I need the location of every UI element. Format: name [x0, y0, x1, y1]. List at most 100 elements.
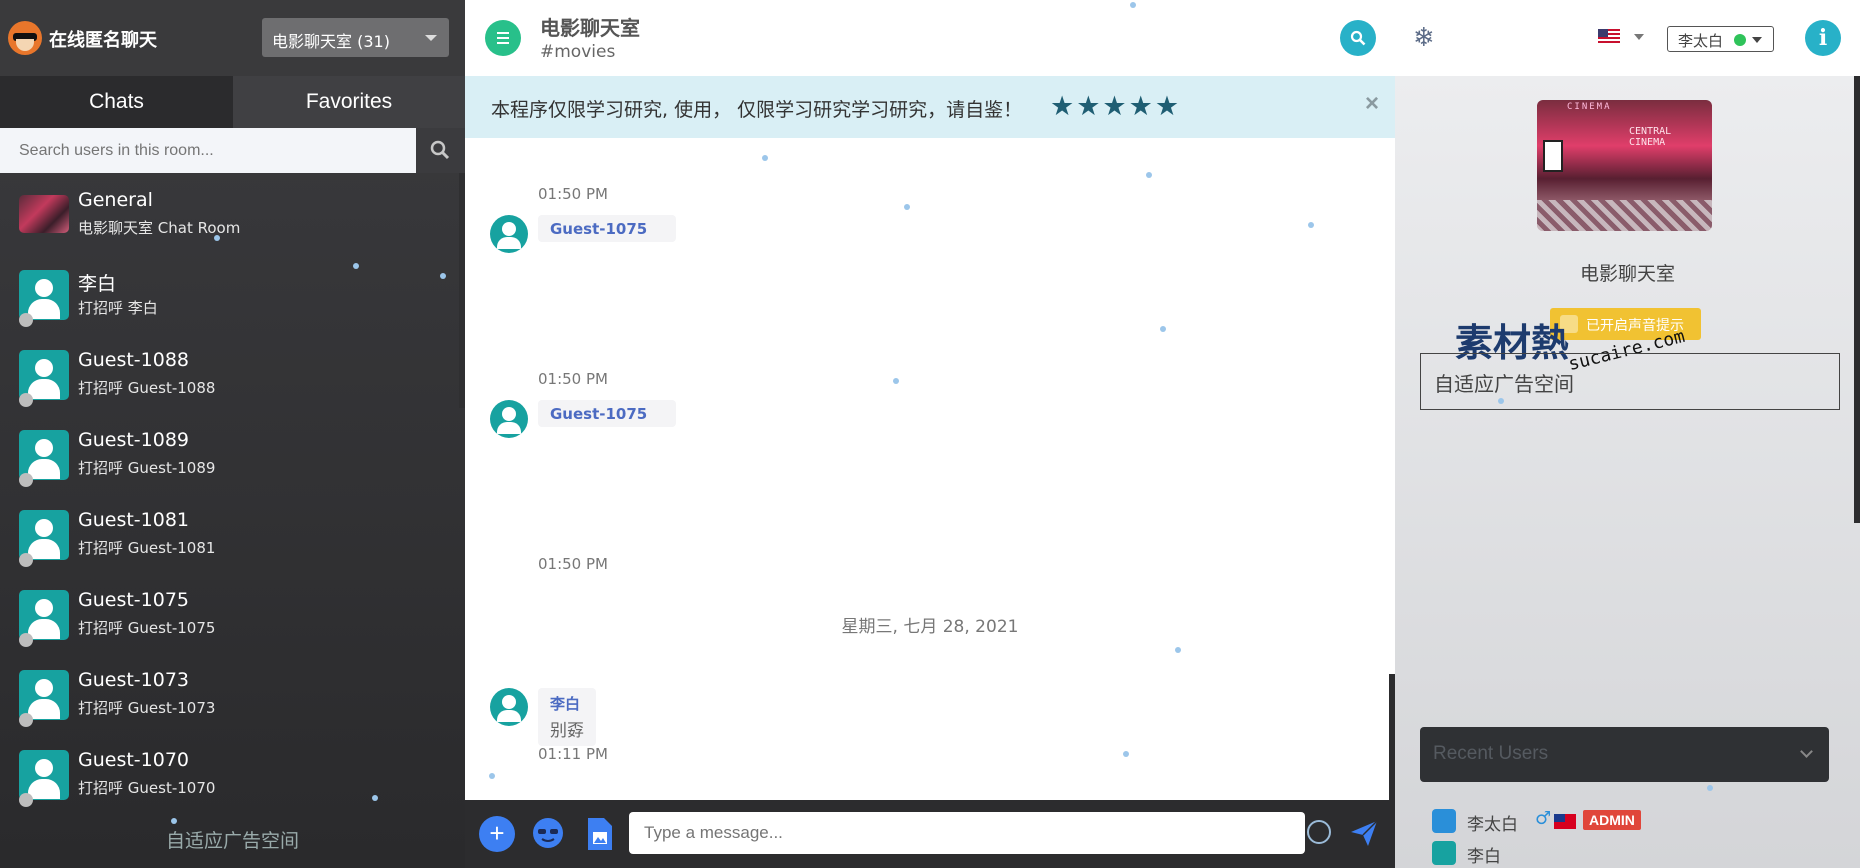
- brand-name: 在线匿名聊天: [49, 30, 157, 51]
- snowflake-dot: [762, 155, 768, 161]
- sidebar-tabs: Chats Favorites: [0, 76, 465, 128]
- status-dot: [19, 473, 33, 487]
- online-status-dot: [1734, 34, 1746, 46]
- room-image-sign: CINEMA: [1567, 102, 1612, 112]
- list-item-sub: 打招呼 Guest-1073: [78, 699, 216, 717]
- admin-badge: ADMIN: [1583, 810, 1641, 830]
- snowflake-dot: [893, 378, 899, 384]
- user-search-input[interactable]: [0, 128, 416, 173]
- recent-user-name: 李太白: [1467, 815, 1518, 835]
- message-time: 01:50 PM: [538, 370, 608, 388]
- room-selector[interactable]: 电影聊天室 (31): [262, 18, 449, 57]
- emoji-glasses-icon[interactable]: [531, 816, 565, 850]
- list-item[interactable]: Guest-1088 打招呼 Guest-1088: [0, 333, 460, 413]
- recent-users-toggle[interactable]: Recent Users: [1420, 727, 1829, 782]
- tab-favorites[interactable]: Favorites: [233, 76, 465, 128]
- us-flag-icon[interactable]: [1598, 29, 1620, 45]
- snowflake-dot: [1130, 2, 1136, 8]
- user-list: General 电影聊天室 Chat Room 李白 打招呼 李白 Guest-…: [0, 173, 460, 833]
- brand-logo-icon: [8, 21, 42, 55]
- status-dot: [19, 633, 33, 647]
- caret-down-icon: [1752, 37, 1762, 43]
- list-item-sub: 打招呼 Guest-1075: [78, 619, 216, 637]
- message-composer: +: [465, 800, 1395, 868]
- list-item-name: Guest-1089: [78, 429, 190, 451]
- info-button[interactable]: i: [1805, 20, 1841, 56]
- user-avatar-icon[interactable]: [490, 688, 528, 726]
- message-time: 01:50 PM: [538, 185, 608, 203]
- message-list: 01:50 PM Guest-1075 01:50 PM Guest-1075 …: [465, 138, 1395, 800]
- chat-area: 本程序仅限学习研究, 使用， 仅限学习研究学习研究，请自鉴！ ★★★★★ × 0…: [465, 0, 1395, 868]
- add-attachment-button[interactable]: +: [479, 816, 515, 852]
- status-dot: [19, 793, 33, 807]
- chevron-down-icon: [1800, 745, 1813, 758]
- message-text: 别孬: [550, 721, 584, 741]
- sidebar-ad-space: 自适应广告空间: [165, 830, 299, 852]
- message-input[interactable]: [629, 812, 1305, 854]
- list-item-name: General: [78, 189, 153, 211]
- user-avatar-icon[interactable]: [490, 400, 528, 438]
- message-username[interactable]: Guest-1075: [550, 220, 664, 238]
- snowflake-dot: [440, 273, 446, 279]
- smiley-icon[interactable]: [1307, 820, 1331, 844]
- panel-scrollbar[interactable]: [1854, 76, 1860, 523]
- snowflake-dot: [1707, 785, 1713, 791]
- room-info-panel: CINEMA CENTRAL CINEMA 电影聊天室 已开启声音提示 素材熱 …: [1395, 76, 1860, 868]
- status-dot: [19, 313, 33, 327]
- snowflake-dot: [1123, 751, 1129, 757]
- snowflake-dot: [214, 235, 220, 241]
- list-item[interactable]: 李白 打招呼 李白: [0, 253, 460, 333]
- list-item-name: Guest-1088: [78, 349, 190, 371]
- panda-avatar-icon: [1432, 809, 1456, 833]
- room-selector-label: 电影聊天室 (31): [272, 32, 390, 51]
- snowflake-dot: [1146, 172, 1152, 178]
- notice-text: 本程序仅限学习研究, 使用， 仅限学习研究学习研究，请自鉴！: [491, 99, 1023, 121]
- status-dot: [19, 553, 33, 567]
- room-image-neon: CENTRAL CINEMA: [1629, 126, 1672, 148]
- send-icon[interactable]: [1349, 818, 1379, 848]
- snowflake-dot: [1308, 222, 1314, 228]
- room-image: CINEMA CENTRAL CINEMA: [1537, 100, 1712, 231]
- list-item[interactable]: Guest-1073 打招呼 Guest-1073: [0, 653, 460, 733]
- list-item[interactable]: Guest-1070 打招呼 Guest-1070: [0, 733, 460, 813]
- room-name: 电影聊天室: [1579, 263, 1675, 285]
- caret-down-icon: [425, 35, 437, 41]
- user-avatar-icon[interactable]: [490, 215, 528, 253]
- snowflake-dot: [353, 263, 359, 269]
- image-file-icon[interactable]: [586, 816, 614, 852]
- snowflake-dot: [904, 204, 910, 210]
- star-rating: ★★★★★: [1050, 91, 1182, 121]
- recent-users-title: Recent Users: [1433, 743, 1549, 764]
- list-item[interactable]: Guest-1081 打招呼 Guest-1081: [0, 493, 460, 573]
- tab-chats[interactable]: Chats: [0, 76, 233, 128]
- user-search-button[interactable]: [416, 128, 465, 173]
- list-item-name: Guest-1075: [78, 589, 190, 611]
- message-username[interactable]: Guest-1075: [550, 405, 664, 423]
- message-time: 01:50 PM: [538, 555, 608, 573]
- user-menu-name: 李太白: [1678, 32, 1724, 50]
- message-bubble: Guest-1075: [538, 400, 676, 427]
- caret-down-icon[interactable]: [1634, 34, 1644, 40]
- list-item[interactable]: Guest-1089 打招呼 Guest-1089: [0, 413, 460, 493]
- taiwan-flag-icon: [1554, 814, 1576, 829]
- date-separator: 星期三, 七月 28, 2021: [841, 617, 1019, 637]
- list-item[interactable]: Guest-1075 打招呼 Guest-1075: [0, 573, 460, 653]
- user-menu-button[interactable]: 李太白: [1667, 26, 1774, 52]
- status-dot: [19, 713, 33, 727]
- snowflake-dot: [1175, 647, 1181, 653]
- snowflake-dot: [489, 773, 495, 779]
- snowflake-icon[interactable]: ❄: [1413, 22, 1435, 53]
- message-username[interactable]: 李白: [550, 693, 584, 714]
- recent-user-name: 李白: [1467, 847, 1501, 867]
- close-icon[interactable]: ×: [1365, 90, 1379, 118]
- snowflake-dot: [372, 795, 378, 801]
- list-item-name: Guest-1070: [78, 749, 190, 771]
- room-thumbnail: [19, 195, 69, 233]
- brand-bar: 在线匿名聊天 电影聊天室 (31): [0, 0, 465, 76]
- sidebar: 在线匿名聊天 电影聊天室 (31) Chats Favorites Genera…: [0, 0, 465, 868]
- list-item-sub: 打招呼 Guest-1088: [78, 379, 216, 397]
- list-item-general[interactable]: General 电影聊天室 Chat Room: [0, 173, 460, 253]
- user-search-box: [0, 128, 416, 173]
- list-item-name: Guest-1081: [78, 509, 190, 531]
- snowflake-dot: [171, 818, 177, 824]
